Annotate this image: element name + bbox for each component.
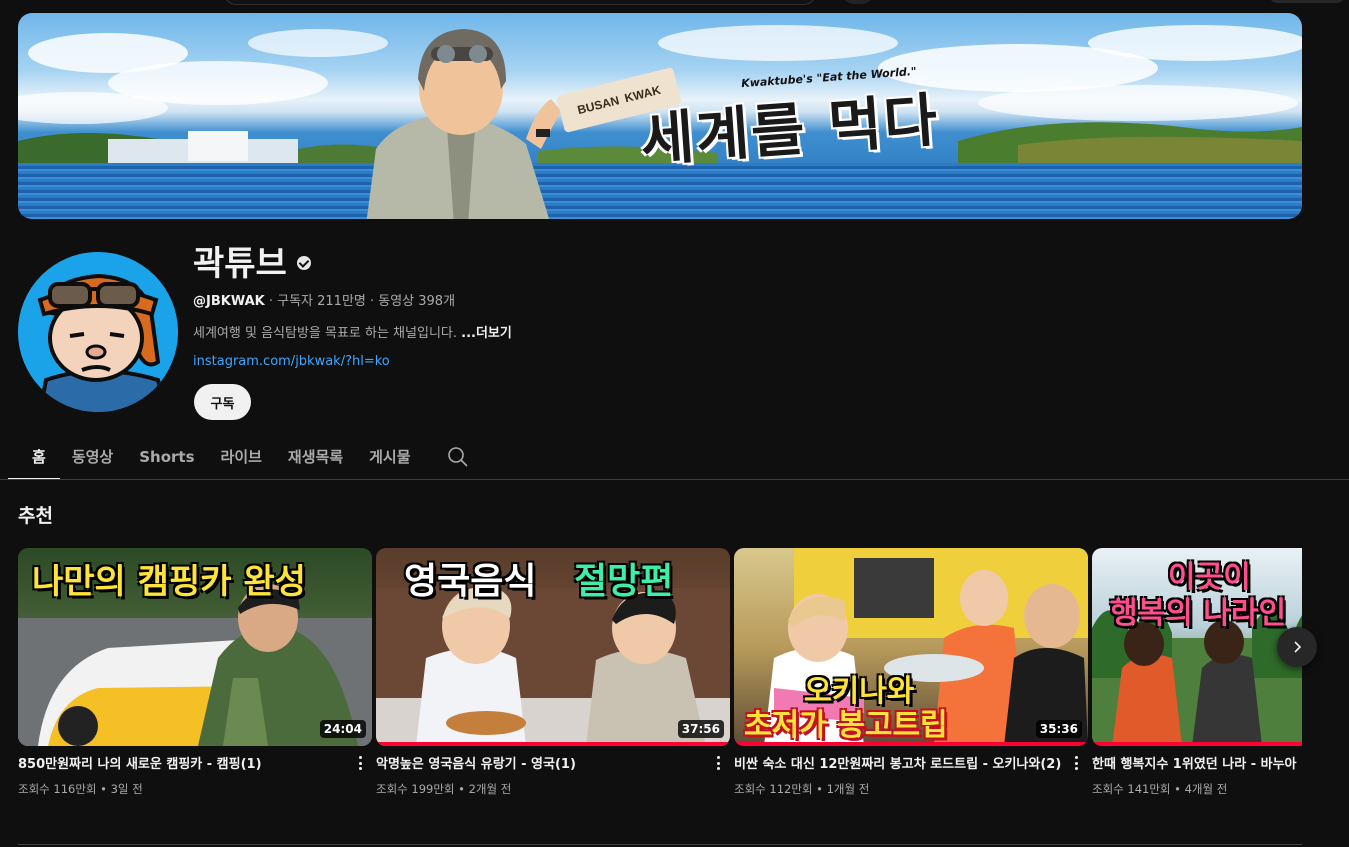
tab-posts[interactable]: 게시물: [369, 433, 410, 480]
voice-search-edge[interactable]: [842, 0, 874, 4]
channel-tabs: 홈 동영상 Shorts 라이브 재생목록 게시물: [8, 433, 469, 480]
thumbnail-caption-a: 영국음식: [404, 561, 537, 602]
thumbnail-caption-b: 행복의 나라인: [1110, 596, 1287, 631]
video-duration: 24:04: [319, 720, 366, 738]
video-thumbnail[interactable]: 나만의 캠핑카 완성 24:04: [18, 548, 372, 746]
channel-handle: @JBKWAK: [193, 294, 265, 309]
tab-live[interactable]: 라이브: [221, 433, 262, 480]
channel-external-link[interactable]: instagram.com/jbkwak/?hl=ko: [193, 354, 893, 372]
video-meta: 조회수 199만회 • 2개월 전: [376, 782, 512, 796]
tab-home[interactable]: 홈: [8, 433, 60, 480]
channel-name: 곽튜브: [193, 243, 287, 284]
tab-playlists[interactable]: 재생목록: [288, 433, 343, 480]
shelf-next-button[interactable]: [1277, 627, 1317, 667]
channel-meta: @JBKWAK · 구독자 211만명 · 동영상 398개: [193, 290, 893, 309]
channel-info: 곽튜브 @JBKWAK · 구독자 211만명 · 동영상 398개 세계여행 …: [193, 238, 893, 372]
search-bar-edge[interactable]: [224, 0, 816, 5]
more-actions-icon[interactable]: [354, 754, 366, 772]
video-duration: 37:56: [677, 720, 724, 738]
video-meta: 조회수 112만회 • 1개월 전: [734, 782, 870, 796]
video-thumbnail[interactable]: 오키나와 초저가 봉고트립 35:36: [734, 548, 1088, 746]
watch-progress-bar: [1092, 742, 1302, 746]
section-bottom-divider: [18, 844, 1302, 845]
section-title: 추천: [18, 505, 53, 527]
more-actions-icon[interactable]: [1070, 754, 1082, 772]
recommended-shelf: 나만의 캠핑카 완성 24:04 850만원짜리 나의 새로운 캠핑카 - 캠핑…: [18, 548, 1302, 828]
topbar-remnant: [0, 0, 1349, 8]
more-link[interactable]: ...더보기: [461, 326, 512, 341]
video-card[interactable]: 오키나와 초저가 봉고트립 35:36 비싼 숙소 대신 12만원짜리 봉고차 …: [734, 548, 1088, 797]
video-thumbnail[interactable]: 이곳이 행복의 나라인: [1092, 548, 1302, 746]
channel-avatar[interactable]: [18, 252, 178, 412]
watch-progress-bar: [376, 742, 730, 746]
channel-description[interactable]: 세계여행 및 음식탐방을 목표로 하는 채널입니다. ...더보기: [193, 322, 893, 341]
video-card[interactable]: 영국음식 절망편 37:56 악명높은 영국음식 유랑기 - 영국(1) 조회수…: [376, 548, 730, 797]
account-area-edge[interactable]: [1268, 0, 1346, 3]
thumbnail-caption-b: 절망편: [574, 561, 674, 602]
video-title[interactable]: 850만원짜리 나의 새로운 캠핑카 - 캠핑(1): [18, 755, 348, 775]
avatar-cartoon-icon: [18, 252, 178, 412]
verified-check-icon: [296, 256, 311, 270]
video-meta: 조회수 141만회 • 4개월 전: [1092, 782, 1228, 796]
thumbnail-caption-b: 초저가 봉고트립: [744, 708, 948, 743]
video-card[interactable]: 나만의 캠핑카 완성 24:04 850만원짜리 나의 새로운 캠핑카 - 캠핑…: [18, 548, 372, 797]
chevron-right-icon: [1294, 641, 1302, 653]
tabs-divider: [0, 479, 1349, 480]
channel-description-text: 세계여행 및 음식탐방을 목표로 하는 채널입니다.: [193, 326, 457, 341]
channel-name-row: 곽튜브: [193, 238, 893, 284]
more-actions-icon[interactable]: [712, 754, 724, 772]
watch-progress-bar: [734, 742, 1088, 746]
subscribe-button[interactable]: 구독: [194, 384, 251, 420]
tab-videos[interactable]: 동영상: [72, 433, 113, 480]
channel-search-icon[interactable]: [447, 446, 469, 468]
thumbnail-caption: 나만의 캠핑카 완성: [32, 562, 306, 602]
banner-host-figure: [366, 29, 561, 219]
video-title[interactable]: 한때 행복지수 1위였던 나라 - 바누아: [1092, 755, 1302, 775]
video-meta: 조회수 116만회 • 3일 전: [18, 782, 143, 796]
channel-stats: · 구독자 211만명 · 동영상 398개: [264, 294, 456, 309]
video-card[interactable]: 이곳이 행복의 나라인 한때 행복지수 1위였던 나라 - 바누아 조회수 14…: [1092, 548, 1302, 797]
banner-tag-left: BUSAN: [575, 93, 621, 118]
tab-shorts[interactable]: Shorts: [139, 433, 194, 480]
video-title[interactable]: 악명높은 영국음식 유랑기 - 영국(1): [376, 755, 706, 775]
video-title[interactable]: 비싼 숙소 대신 12만원짜리 봉고차 로드트립 - 오키나와(2): [734, 755, 1064, 775]
video-thumbnail[interactable]: 영국음식 절망편 37:56: [376, 548, 730, 746]
video-duration: 35:36: [1035, 720, 1082, 738]
channel-banner: BUSAN KWAK Kwaktube's "Eat the World." 세…: [18, 13, 1302, 219]
